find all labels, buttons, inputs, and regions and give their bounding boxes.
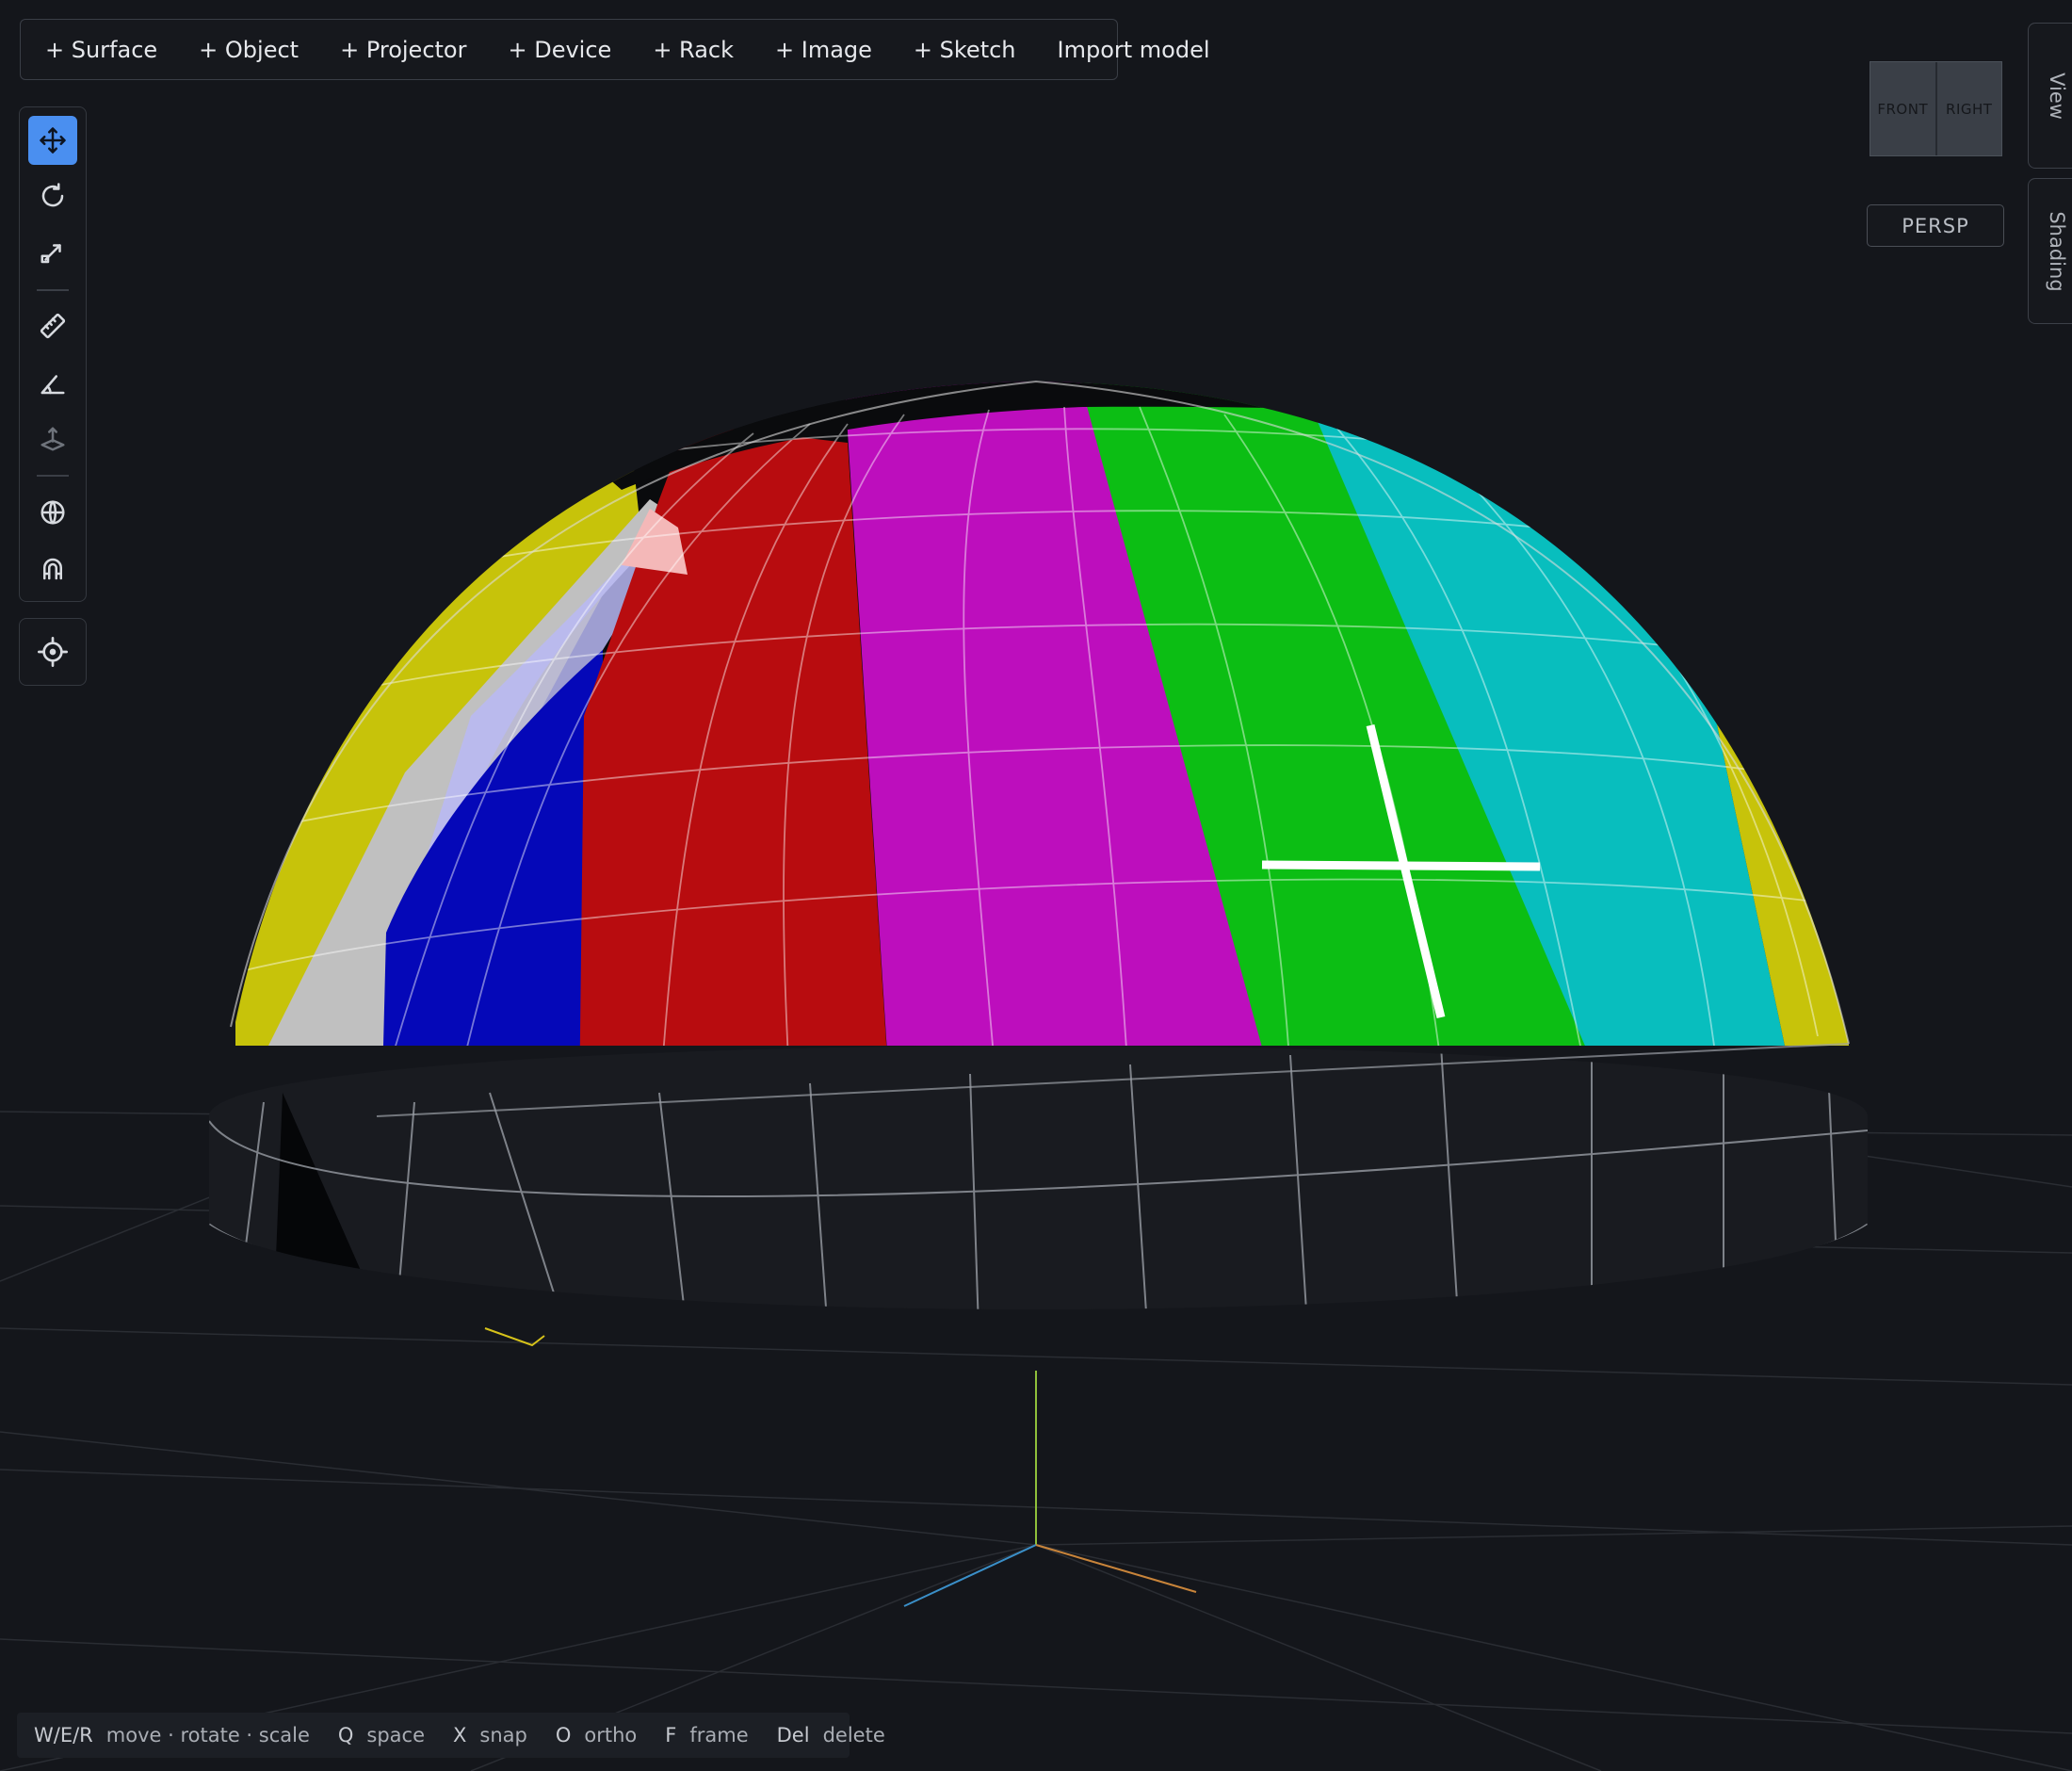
view-cube-front[interactable]: FRONT — [1870, 62, 1935, 155]
add-rack-button[interactable]: + Rack — [653, 37, 754, 63]
hint-key: F — [665, 1724, 677, 1747]
target-icon — [38, 637, 68, 667]
hint-desc: space — [366, 1724, 426, 1747]
hint-key: Del — [776, 1724, 810, 1747]
hint-desc: snap — [479, 1724, 527, 1747]
add-object-button[interactable]: + Object — [199, 37, 319, 63]
tab-view-label: View — [2045, 72, 2068, 120]
world-space-button[interactable] — [28, 488, 77, 537]
add-projector-button[interactable]: + Projector — [340, 37, 487, 63]
add-surface-button[interactable]: + Surface — [45, 37, 178, 63]
move-tool-button[interactable] — [28, 116, 77, 165]
magnet-icon — [43, 558, 62, 580]
scale-icon — [40, 244, 61, 264]
viewport-3d[interactable] — [0, 0, 2072, 1771]
hint-key: W/E/R — [34, 1724, 93, 1747]
dome-test-pattern — [235, 382, 1849, 1046]
transform-toolbar — [19, 106, 87, 602]
shortcut-hints: W/E/R move · rotate · scale Q space X sn… — [17, 1713, 885, 1758]
tab-shading-label: Shading — [2045, 210, 2068, 292]
hint-key: O — [555, 1724, 572, 1747]
hint-key: X — [453, 1724, 467, 1747]
hint-desc: move · rotate · scale — [105, 1724, 310, 1747]
hint-desc: ortho — [584, 1724, 638, 1747]
projection-toggle-button[interactable]: PERSP — [1867, 204, 2004, 247]
rotate-icon — [41, 183, 64, 207]
dome-drum — [209, 1046, 1869, 1309]
view-cube-right[interactable]: RIGHT — [1934, 62, 2002, 155]
move-icon — [40, 127, 66, 154]
measure-tool-button[interactable] — [28, 301, 77, 350]
frame-selection-button[interactable] — [19, 618, 87, 686]
import-model-button[interactable]: Import model — [1058, 37, 1231, 63]
tab-view[interactable]: View — [2028, 23, 2072, 169]
view-cube[interactable]: FRONT RIGHT — [1870, 61, 2002, 156]
tab-shading[interactable]: Shading — [2028, 178, 2072, 324]
scale-tool-button[interactable] — [28, 228, 77, 277]
toolbar-divider — [37, 289, 69, 291]
elevation-tool-button[interactable] — [28, 414, 77, 463]
hint-key: Q — [337, 1724, 354, 1747]
rotate-tool-button[interactable] — [28, 171, 77, 220]
globe-icon — [40, 500, 65, 525]
hint-desc: delete — [822, 1724, 885, 1747]
add-image-button[interactable]: + Image — [775, 37, 893, 63]
hint-desc: frame — [689, 1724, 749, 1747]
angle-tool-button[interactable] — [28, 359, 77, 408]
add-toolbar: + Surface + Object + Projector + Device … — [20, 19, 1210, 80]
toolbar-divider — [37, 475, 69, 477]
elevation-icon — [40, 427, 65, 451]
ruler-icon — [40, 313, 66, 339]
add-device-button[interactable]: + Device — [508, 37, 632, 63]
snap-button[interactable] — [28, 544, 77, 593]
angle-icon — [40, 375, 65, 395]
add-sketch-button[interactable]: + Sketch — [914, 37, 1037, 63]
